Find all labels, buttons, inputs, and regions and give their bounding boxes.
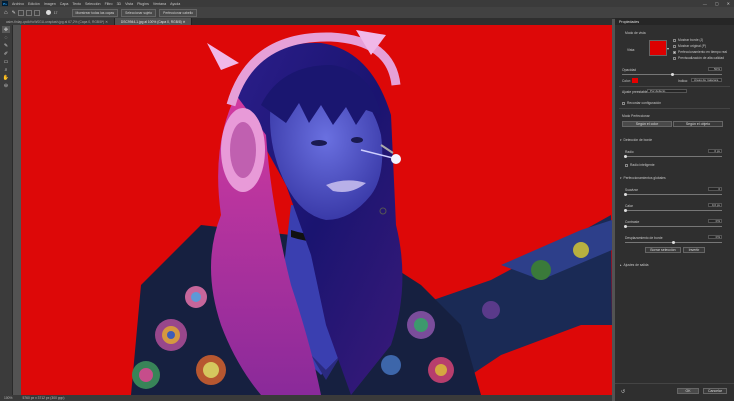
menu-item-texto[interactable]: Texto xyxy=(72,2,81,6)
photoshop-logo: Ps xyxy=(2,1,8,6)
indicates-label: Indica: xyxy=(678,79,688,83)
quick-select-icon[interactable]: ✎ xyxy=(2,42,10,49)
subtract-selection-icon[interactable] xyxy=(33,9,40,16)
remember-settings-label[interactable]: Recordar configuración xyxy=(622,101,661,105)
radius-field[interactable]: 0 px xyxy=(708,149,722,153)
shift-edge-slider-knob[interactable] xyxy=(672,241,675,244)
menu-bar: Ps Archivo Edición Imagen Capa Texto Sel… xyxy=(0,0,734,7)
menu-item-imagen[interactable]: Imagen xyxy=(44,2,56,6)
show-original-label[interactable]: Mostrar original (P) xyxy=(673,44,706,48)
smooth-slider-knob[interactable] xyxy=(624,193,627,196)
status-bar: 100% 5760 px x 3712 px (300 ppp) xyxy=(0,395,612,401)
document-info: 5760 px x 3712 px (300 ppp) xyxy=(22,396,65,400)
feather-slider-knob[interactable] xyxy=(624,209,627,212)
global-refinements-section[interactable]: ▾ Perfeccionamientos globales xyxy=(620,176,666,180)
feather-field[interactable]: 0,0 px xyxy=(708,203,722,207)
invert-button[interactable]: Invertir xyxy=(683,247,705,253)
view-label: Vista: xyxy=(627,48,636,52)
smart-radius-label[interactable]: Radio inteligente xyxy=(625,163,655,167)
realtime-refine-label[interactable]: Perfeccionamiento en tiempo real xyxy=(673,50,727,54)
new-selection-icon[interactable] xyxy=(17,9,24,16)
clear-selection-button[interactable]: Borrar selección xyxy=(645,247,681,253)
shift-edge-field[interactable]: 0% xyxy=(708,235,722,239)
document-tabs: asier-finlay-qxdkHoW0GU-unsplash.jpg al … xyxy=(0,18,612,25)
chevron-down-icon: ▾ xyxy=(620,176,622,180)
refine-by-color-button[interactable]: Según el color xyxy=(622,121,672,127)
view-mode-label: Modo de vista xyxy=(625,31,646,35)
brush-size-icon[interactable] xyxy=(45,10,51,15)
radius-slider[interactable] xyxy=(625,156,722,157)
refine-hair-button[interactable]: Perfeccionar cabello xyxy=(159,8,197,17)
minimize-button[interactable]: — xyxy=(703,1,707,6)
radius-label: Radio xyxy=(625,150,634,154)
menu-item-vista[interactable]: Vista xyxy=(125,2,133,6)
hq-preview-label[interactable]: Previsualización de alta calidad xyxy=(673,56,724,60)
refine-by-object-button[interactable]: Según el objeto xyxy=(673,121,723,127)
view-mode-thumbnail[interactable] xyxy=(649,40,667,56)
show-edge-label[interactable]: Mostrar borde (J) xyxy=(673,38,703,42)
add-selection-icon[interactable] xyxy=(25,9,32,16)
chevron-down-icon: ▾ xyxy=(620,138,622,142)
brush-icon[interactable]: ✐ xyxy=(2,50,10,57)
chevron-down-icon[interactable]: ▾ xyxy=(667,46,669,51)
feather-slider[interactable] xyxy=(625,210,722,211)
menu-item-plugins[interactable]: Plugins xyxy=(137,2,149,6)
contrast-label: Contraste xyxy=(625,220,640,224)
shift-edge-label: Desplazamiento de borde xyxy=(625,236,663,240)
contrast-slider[interactable] xyxy=(625,226,722,227)
zoom-icon[interactable]: ⌕ xyxy=(2,66,10,73)
move-icon[interactable]: ✥ xyxy=(2,26,10,33)
edge-detection-section[interactable]: ▾ Detección de borde xyxy=(620,138,652,142)
select-subject-button[interactable]: Seleccionar sujeto xyxy=(121,8,157,17)
opacity-slider-knob[interactable] xyxy=(671,73,674,76)
smooth-label: Suavizar xyxy=(625,188,638,192)
menu-item-seleccion[interactable]: Selección xyxy=(85,2,101,6)
ok-button[interactable]: OK xyxy=(677,388,699,394)
radius-slider-knob[interactable] xyxy=(624,155,627,158)
eraser-icon[interactable]: ▭ xyxy=(2,58,10,65)
zoom-out-icon[interactable]: ⊖ xyxy=(2,82,10,89)
preset-select[interactable]: Por defecto xyxy=(647,89,687,93)
zoom-level[interactable]: 100% xyxy=(4,396,12,400)
chevron-right-icon: ▸ xyxy=(620,263,622,267)
menu-item-ayuda[interactable]: Ayuda xyxy=(170,2,180,6)
tools-panel: ✥ ◌ ✎ ✐ ▭ ⌕ ✋ ⊖ xyxy=(0,25,13,395)
menu-item-edicion[interactable]: Edición xyxy=(28,2,40,6)
opacity-field[interactable]: 50% xyxy=(708,67,722,71)
contrast-slider-knob[interactable] xyxy=(624,225,627,228)
maximize-button[interactable]: ▢ xyxy=(715,1,719,6)
refine-mode-label: Modo Perfeccionar xyxy=(622,114,650,118)
smooth-field[interactable]: 0 xyxy=(708,187,722,191)
menu-item-archivo[interactable]: Archivo xyxy=(12,2,24,6)
brush-tool-icon[interactable]: ✎ xyxy=(12,10,16,16)
brush-size-value[interactable]: 17 xyxy=(54,11,58,15)
feather-label: Calar xyxy=(625,204,633,208)
menu-item-ventana[interactable]: Ventana xyxy=(153,2,166,6)
output-settings-section[interactable]: ▸ Ajustes de salida xyxy=(620,263,648,267)
hand-icon[interactable]: ✋ xyxy=(2,74,10,81)
mask-color-swatch[interactable] xyxy=(632,78,638,83)
properties-panel: Propiedades Modo de vista Vista: ▾ Mostr… xyxy=(615,18,734,401)
indicates-select[interactable]: Áreas de máscara xyxy=(691,78,722,82)
smooth-slider[interactable] xyxy=(625,194,722,195)
color-label: Color: xyxy=(622,79,631,83)
menu-item-capa[interactable]: Capa xyxy=(60,2,69,6)
cancel-button[interactable]: Cancelar xyxy=(703,388,727,394)
contrast-field[interactable]: 0% xyxy=(708,219,722,223)
close-button[interactable]: ✕ xyxy=(727,1,730,6)
canvas[interactable] xyxy=(21,25,612,395)
sample-all-layers-button[interactable]: Muestrear todas las capas xyxy=(71,8,119,17)
tab-document-1[interactable]: asier-finlay-qxdkHoW0GU-unsplash.jpg al … xyxy=(0,18,115,25)
tab-document-2[interactable]: DSC9944-1.jpg al 100% (Capa 0, RGB/8) ✕ xyxy=(114,18,193,25)
menu-item-3d[interactable]: 3D xyxy=(117,2,122,6)
reset-icon[interactable]: ↺ xyxy=(621,389,625,395)
home-icon[interactable]: ⌂ xyxy=(4,10,8,16)
menu-item-filtro[interactable]: Filtro xyxy=(105,2,113,6)
lasso-icon[interactable]: ◌ xyxy=(2,34,10,41)
photo-illustration xyxy=(21,25,612,395)
opacity-label: Opacidad xyxy=(622,68,637,72)
panel-title: Propiedades xyxy=(615,18,734,25)
